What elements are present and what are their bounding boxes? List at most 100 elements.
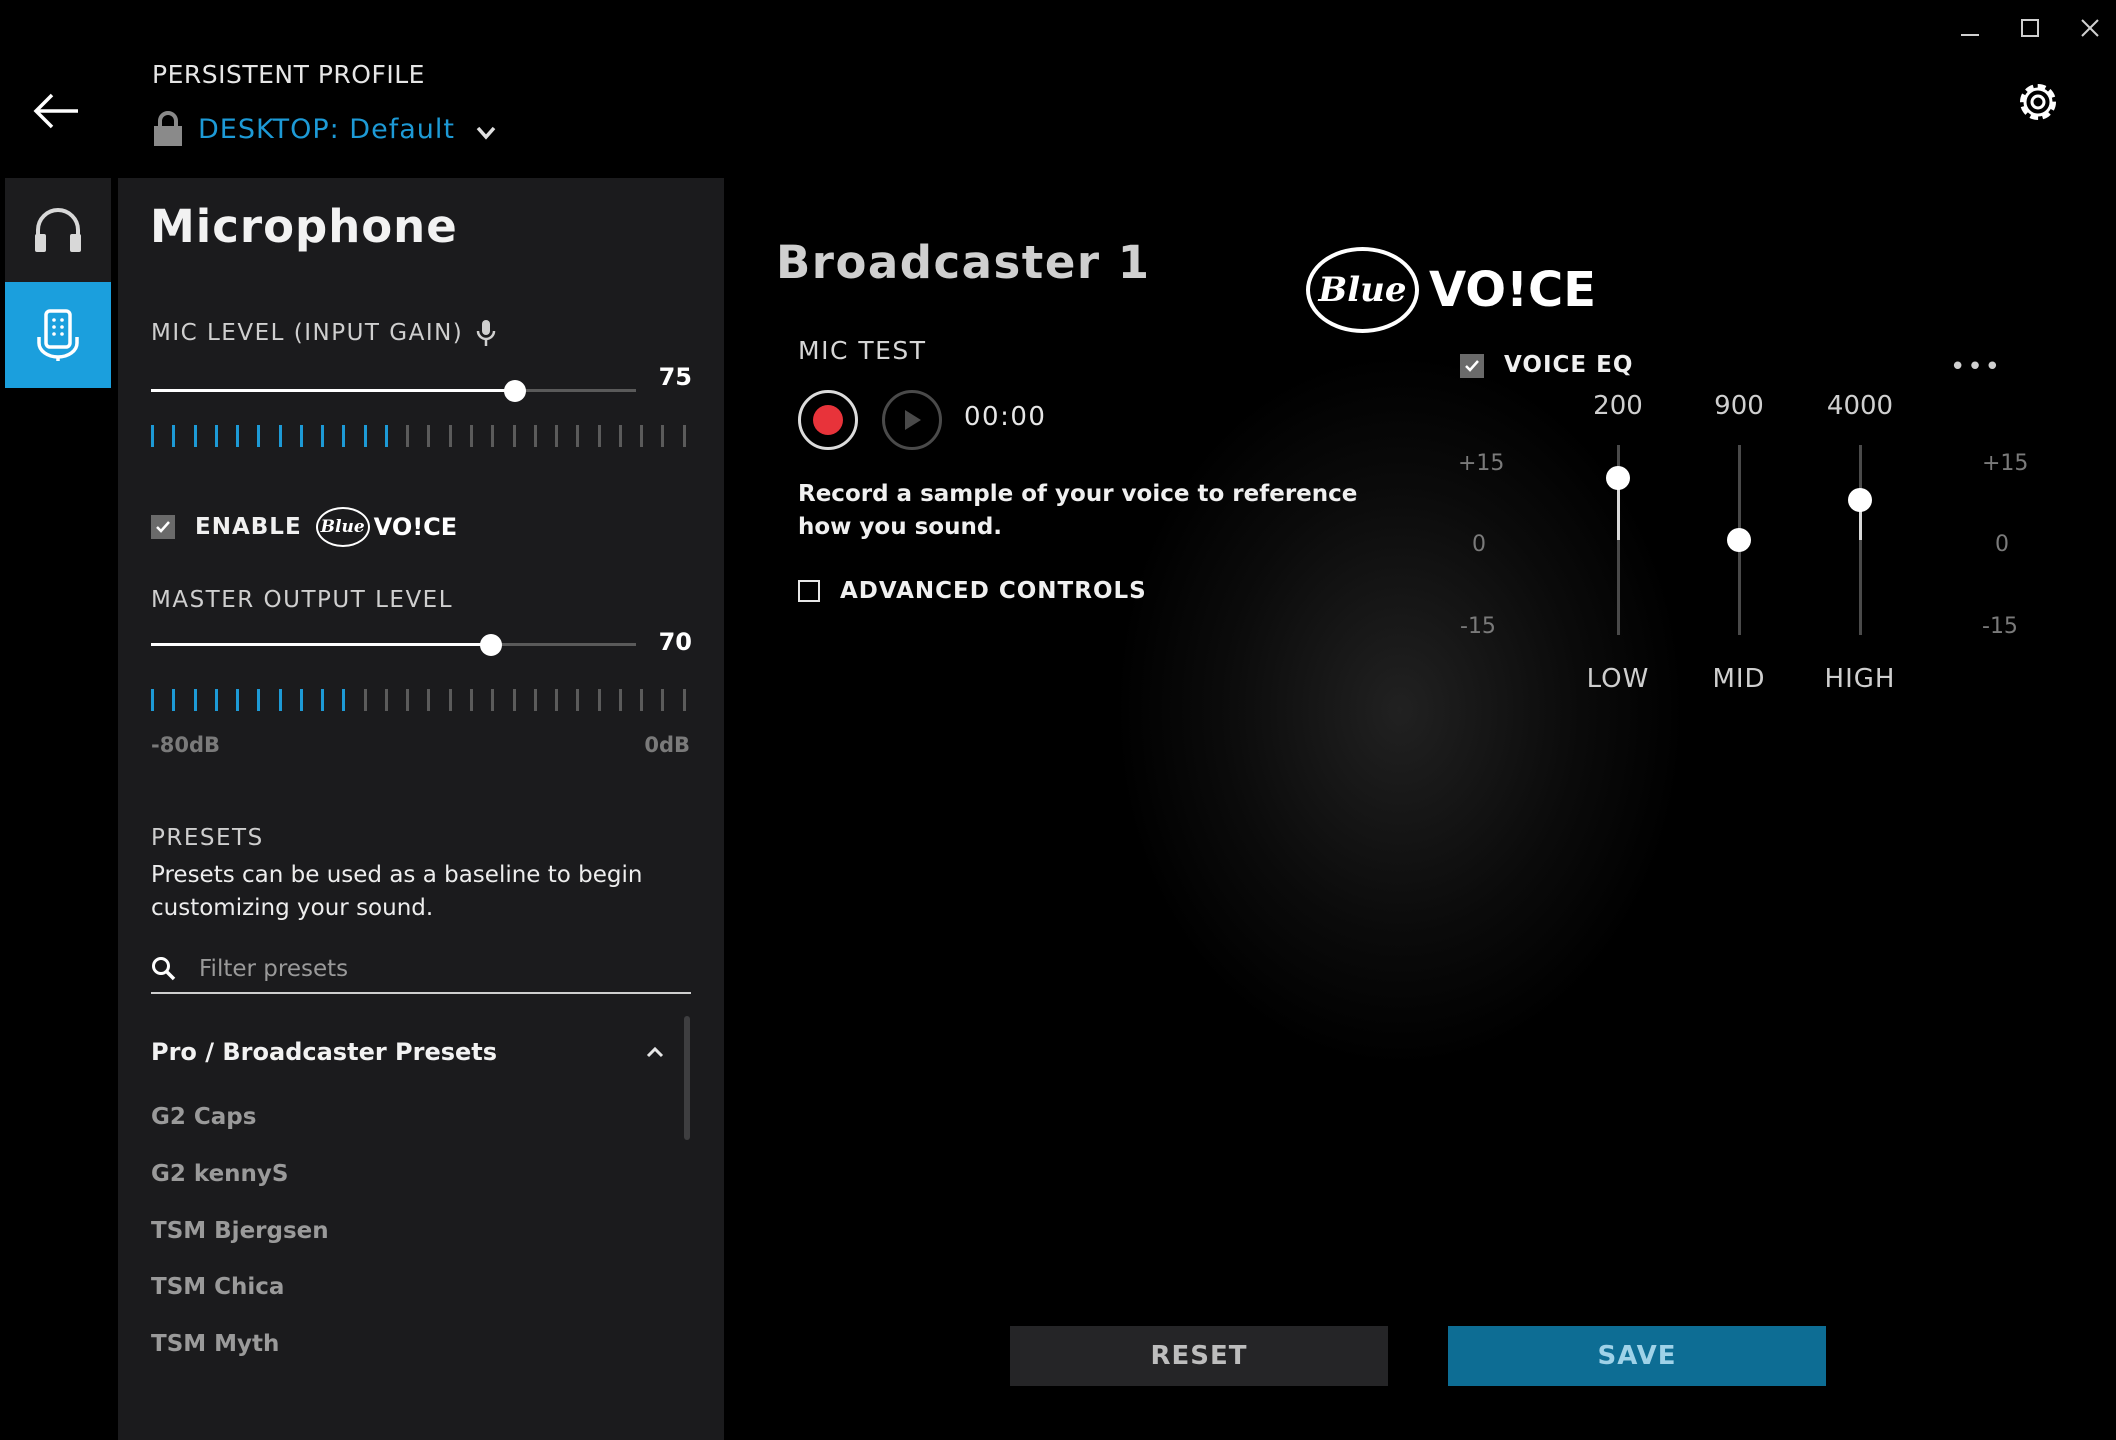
meter-segment: [363, 689, 367, 711]
eq-band-label: MID: [1712, 664, 1766, 694]
meter-segment: [193, 689, 197, 711]
checkmark-icon: [156, 521, 170, 533]
back-button[interactable]: [30, 86, 86, 136]
presets-scrollbar[interactable]: [684, 1016, 690, 1140]
save-button[interactable]: SAVE: [1448, 1326, 1826, 1386]
play-button[interactable]: [882, 390, 942, 450]
meter-segment: [151, 425, 154, 447]
preset-item[interactable]: TSM Chica: [151, 1274, 284, 1300]
profile-label: PERSISTENT PROFILE: [152, 60, 425, 89]
checkmark-icon: [1465, 360, 1479, 372]
eq-slider-thumb[interactable]: [1606, 465, 1630, 490]
panel-title: Microphone: [150, 200, 458, 253]
meter-segment: [448, 689, 452, 711]
maximize-button[interactable]: [2010, 8, 2050, 48]
preset-group-title: Pro / Broadcaster Presets: [151, 1038, 498, 1066]
voice-eq-checkbox[interactable]: [1460, 354, 1484, 378]
meter-segment: [618, 425, 622, 447]
meter-segment: [491, 689, 495, 711]
eq-frequency-label: 200: [1593, 391, 1643, 421]
mic-level-meter: [151, 425, 686, 447]
meter-segment: [491, 425, 495, 447]
blue-voice-logo-small: Blue VO!CE: [315, 507, 458, 547]
eq-scale-mid-right: 0: [1995, 532, 2009, 557]
meter-segment: [576, 425, 580, 447]
record-button[interactable]: [798, 390, 858, 450]
microphone-device-icon: [37, 309, 79, 361]
meter-segment: [469, 689, 473, 711]
nav-microphone-tab[interactable]: [5, 282, 111, 388]
meter-segment: [384, 425, 388, 447]
eq-frequency-label: 900: [1714, 391, 1764, 421]
presets-heading: PRESETS: [151, 825, 264, 851]
play-icon: [905, 410, 921, 430]
master-output-slider[interactable]: [151, 634, 636, 656]
meter-segment: [321, 425, 325, 447]
settings-button[interactable]: [2010, 74, 2066, 130]
meter-segment: [278, 689, 282, 711]
meter-segment: [640, 425, 644, 447]
meter-segment: [427, 425, 431, 447]
advanced-controls-label: ADVANCED CONTROLS: [840, 578, 1147, 604]
mic-test-timer: 00:00: [964, 402, 1047, 432]
meter-segment: [406, 689, 410, 711]
meter-segment: [363, 425, 367, 447]
close-button[interactable]: [2070, 8, 2110, 48]
slider-thumb[interactable]: [480, 634, 502, 656]
profile-selector[interactable]: DESKTOP: Default: [152, 108, 497, 150]
mic-level-slider[interactable]: [151, 380, 636, 402]
meter-segment: [278, 425, 282, 447]
minimize-icon: [1961, 34, 1979, 36]
eq-slider-track[interactable]: [1859, 445, 1862, 635]
preset-title: Broadcaster 1: [776, 236, 1151, 289]
meter-segment: [682, 425, 686, 447]
master-output-label: MASTER OUTPUT LEVEL: [151, 587, 454, 613]
reset-button[interactable]: RESET: [1010, 1326, 1388, 1386]
meter-segment: [299, 425, 303, 447]
meter-segment: [618, 689, 622, 711]
voice-logo-text: VO!CE: [373, 513, 458, 541]
mic-level-value: 75: [658, 363, 692, 391]
preset-item[interactable]: G2 kennyS: [151, 1161, 288, 1187]
meter-segment: [555, 425, 559, 447]
meter-segment: [597, 689, 601, 711]
advanced-controls-checkbox[interactable]: [798, 580, 820, 602]
nav-headset-tab[interactable]: [5, 178, 111, 282]
minimize-button[interactable]: [1950, 8, 1990, 48]
eq-slider-thumb[interactable]: [1848, 488, 1872, 513]
preset-item[interactable]: TSM Bjergsen: [151, 1218, 329, 1244]
slider-thumb[interactable]: [504, 380, 526, 402]
mic-test-description: Record a sample of your voice to referen…: [798, 481, 1358, 540]
meter-segment: [342, 425, 346, 447]
meter-segment: [299, 689, 303, 711]
eq-scale-bottom-right: -15: [1982, 614, 2018, 639]
meter-segment: [512, 689, 516, 711]
voice-logo-text: VO!CE: [1428, 262, 1596, 318]
enable-blue-voice-checkbox[interactable]: [151, 515, 175, 539]
meter-segment: [682, 689, 686, 711]
advanced-controls-toggle[interactable]: ADVANCED CONTROLS: [798, 578, 1147, 604]
eq-band-label: LOW: [1586, 664, 1650, 694]
meter-segment: [151, 689, 154, 711]
meter-segment: [384, 689, 388, 711]
maximize-icon: [2021, 19, 2039, 37]
meter-segment: [512, 425, 516, 447]
eq-slider-thumb[interactable]: [1727, 528, 1751, 552]
filter-presets-field[interactable]: [151, 946, 691, 994]
preset-group-header[interactable]: Pro / Broadcaster Presets: [151, 1038, 665, 1066]
eq-more-options-icon[interactable]: •••: [1950, 352, 2002, 382]
blue-voice-logo: Blue VO!CE: [1306, 244, 1596, 336]
eq-scale-bottom-left: -15: [1460, 614, 1496, 639]
profile-name: DESKTOP: Default: [198, 113, 455, 145]
enable-label: ENABLE: [195, 514, 302, 540]
meter-max-label: 0dB: [644, 733, 690, 757]
headset-icon: [35, 208, 81, 252]
preset-item[interactable]: TSM Myth: [151, 1331, 279, 1357]
meter-segment: [257, 425, 261, 447]
meter-segment: [661, 425, 665, 447]
filter-presets-input[interactable]: [197, 955, 661, 983]
mic-level-label: MIC LEVEL (INPUT GAIN): [151, 320, 464, 346]
master-output-value: 70: [658, 628, 692, 656]
preset-item[interactable]: G2 Caps: [151, 1104, 256, 1130]
slider-fill: [151, 389, 515, 392]
